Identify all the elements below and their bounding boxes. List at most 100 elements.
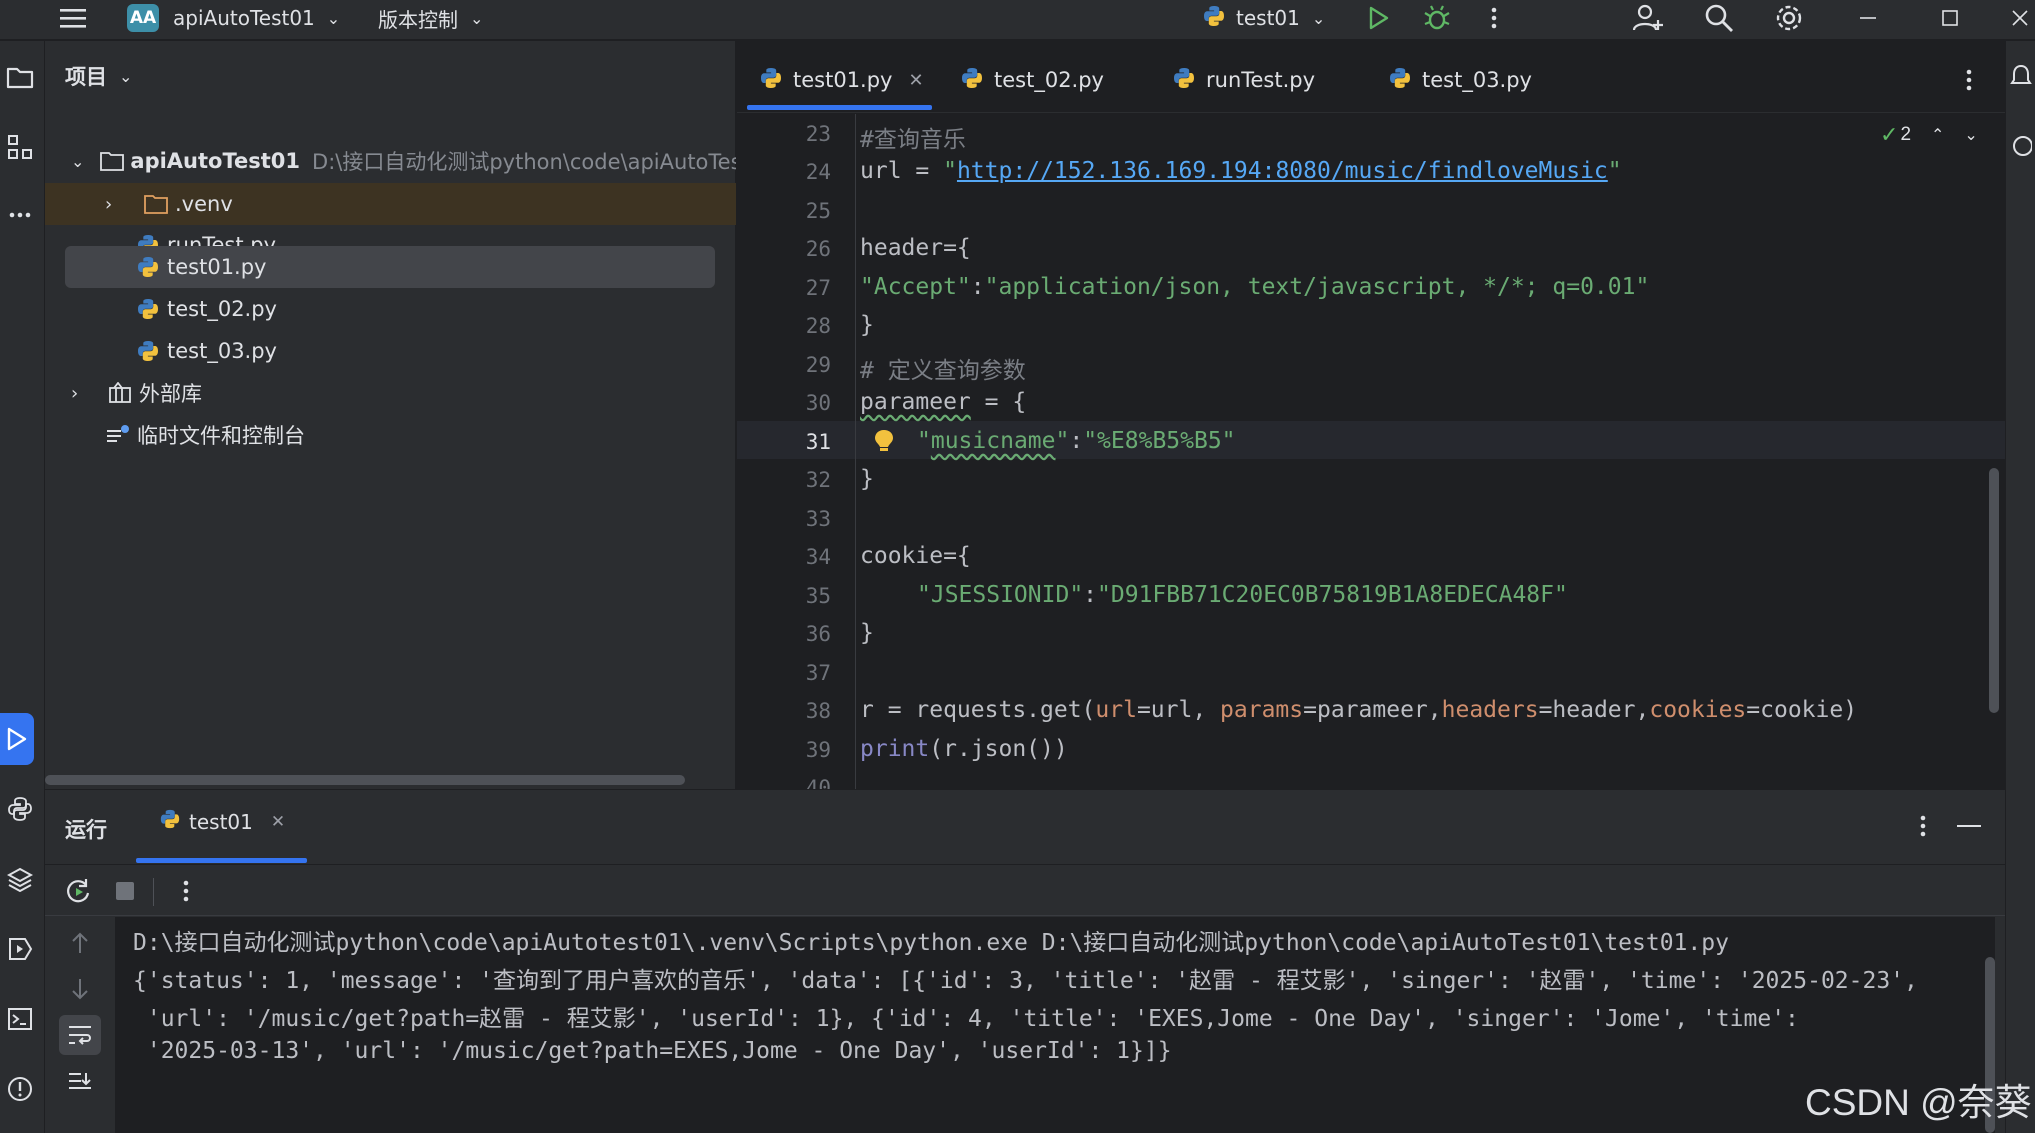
inspection-widget[interactable]: ✓ 2 ⌃ ⌄	[1880, 122, 1978, 148]
code-editor[interactable]: 23 24 25 26 27 28 29 30 31 32 33 34 35 3…	[737, 114, 2005, 789]
python-icon	[1202, 4, 1226, 33]
code-line-36: }	[860, 620, 874, 646]
stop-icon[interactable]	[107, 873, 143, 909]
scroll-to-end-icon[interactable]	[62, 1065, 98, 1101]
active-tab-indicator	[747, 105, 932, 110]
code-token: url =	[860, 158, 944, 184]
hamburger-menu-icon[interactable]	[58, 0, 88, 36]
code-token: =cookie)	[1746, 697, 1858, 723]
run-tab-test01[interactable]: test01 ✕	[159, 808, 285, 835]
tab-label: test01.py	[793, 68, 893, 92]
arrow-down-icon[interactable]	[62, 971, 98, 1007]
chevron-up-icon[interactable]: ⌃	[1931, 125, 1944, 145]
editor-tab-bar: test01.py ✕ test_02.py runTest.py test_0…	[737, 41, 2005, 113]
services-icon[interactable]	[0, 929, 40, 969]
console-line: '2025-03-13', 'url': '/music/get?path=EX…	[133, 1038, 1172, 1064]
maximize-icon[interactable]	[1940, 0, 1960, 36]
inspection-count: 2	[1900, 124, 1912, 145]
close-tab-icon[interactable]: ✕	[908, 70, 923, 91]
line-number: 37	[805, 661, 831, 685]
structure-icon[interactable]	[0, 127, 40, 167]
hide-panel-icon[interactable]	[1951, 808, 1987, 844]
url-link[interactable]: http://152.136.169.194:8080/music/findlo…	[957, 158, 1608, 184]
console-side-toolbar	[45, 917, 115, 1133]
title-bar: AA apiAutoTest01 ⌄ 版本控制 ⌄ test01 ⌄	[0, 0, 2035, 40]
run-config-selector[interactable]: test01 ⌄	[1202, 0, 1325, 36]
chevron-down-icon[interactable]: ⌄	[1964, 125, 1977, 145]
minimize-icon[interactable]	[1858, 0, 1878, 36]
project-switcher[interactable]: AA apiAutoTest01 ⌄	[127, 0, 340, 36]
code-line-34: cookie={	[860, 543, 971, 569]
tree-item-label: 外部库	[139, 382, 202, 406]
soft-wrap-icon[interactable]	[59, 1015, 101, 1055]
more-tools-icon[interactable]	[0, 195, 40, 235]
code-token: params	[1220, 697, 1304, 723]
terminal-icon[interactable]	[0, 999, 40, 1039]
left-tool-strip	[0, 41, 45, 1133]
python-file-icon	[135, 254, 161, 280]
tab-test03[interactable]: test_03.py	[1388, 57, 1532, 103]
code-line-28: }	[860, 312, 874, 338]
console-line: D:\接口自动化测试python\code\apiAutotest01\.ven…	[133, 930, 1729, 956]
tree-root[interactable]: ⌄ apiAutoTest01 D:\接口自动化测试python\code\ap…	[45, 140, 736, 182]
debug-icon[interactable]	[1423, 0, 1451, 36]
vcs-menu[interactable]: 版本控制 ⌄	[378, 0, 483, 36]
close-tab-icon[interactable]: ✕	[271, 812, 285, 832]
code-token: :	[1069, 428, 1084, 454]
tree-item-external-libs[interactable]: › 外部库	[45, 372, 736, 414]
tree-item-label: test_03.py	[167, 339, 277, 363]
chevron-down-icon: ⌄	[470, 8, 484, 28]
layers-icon[interactable]	[0, 859, 40, 899]
horizontal-scrollbar[interactable]	[45, 775, 685, 785]
line-number: 30	[805, 391, 831, 415]
tree-item-scratches[interactable]: 临时文件和控制台	[45, 414, 736, 456]
arrow-up-icon[interactable]	[62, 925, 98, 961]
rerun-icon[interactable]	[60, 873, 96, 909]
line-number: 38	[805, 699, 831, 723]
chevron-down-icon: ⌄	[1311, 8, 1326, 28]
search-icon[interactable]	[1704, 0, 1734, 36]
more-icon[interactable]	[1490, 0, 1498, 36]
run-tool-icon[interactable]	[0, 713, 34, 765]
root-path: D:\接口自动化测试python\code\apiAutoTest	[312, 150, 736, 174]
run-panel-title: 运行	[65, 818, 107, 842]
line-number: 24	[805, 160, 831, 184]
console-line: {'status': 1, 'message': '查询到了用户喜欢的音乐', …	[133, 968, 1918, 994]
tab-test02[interactable]: test_02.py	[960, 57, 1104, 103]
code-token: parameer	[860, 389, 971, 415]
tab-options-icon[interactable]	[1965, 57, 1973, 103]
vcs-menu-label: 版本控制	[378, 7, 458, 32]
root-name: apiAutoTest01	[130, 149, 301, 173]
add-user-icon[interactable]	[1632, 0, 1664, 36]
project-folder-icon[interactable]	[0, 57, 40, 97]
tree-item-test02[interactable]: test_02.py	[45, 288, 736, 330]
console-output[interactable]: D:\接口自动化测试python\code\apiAutotest01\.ven…	[115, 917, 1995, 1133]
problems-icon[interactable]	[0, 1069, 40, 1109]
project-panel-header[interactable]: 项目 ⌄	[65, 61, 132, 91]
tab-runtest[interactable]: runTest.py	[1172, 57, 1315, 103]
python-icon	[159, 808, 181, 835]
tree-item-test01[interactable]: test01.py	[45, 246, 736, 288]
settings-icon[interactable]	[1774, 0, 1804, 36]
tree-item-test03[interactable]: test_03.py	[45, 330, 736, 372]
chevron-right-icon[interactable]: ›	[105, 194, 125, 215]
notifications-icon[interactable]	[2010, 63, 2035, 89]
run-icon[interactable]	[1365, 0, 1391, 36]
code-line-32: }	[860, 466, 874, 492]
ai-assistant-icon[interactable]	[2010, 133, 2035, 159]
line-number: 29	[805, 353, 831, 377]
toolbar-divider	[153, 878, 154, 906]
chevron-right-icon[interactable]: ›	[71, 383, 91, 404]
python-console-icon[interactable]	[0, 789, 40, 829]
chevron-down-icon[interactable]: ⌄	[71, 152, 84, 171]
vertical-scrollbar[interactable]	[1989, 468, 1999, 713]
code-line-24: url = "http://152.136.169.194:8080/music…	[860, 158, 1622, 184]
line-number: 34	[805, 545, 831, 569]
more-icon[interactable]	[168, 873, 204, 909]
code-line-27: "Accept":"application/json, text/javascr…	[860, 274, 1649, 300]
more-icon[interactable]	[1905, 808, 1941, 844]
lightbulb-icon[interactable]	[872, 428, 896, 454]
tree-item-venv[interactable]: › .venv	[45, 183, 736, 225]
tab-test01[interactable]: test01.py ✕	[759, 57, 924, 103]
close-icon[interactable]	[2010, 0, 2030, 36]
